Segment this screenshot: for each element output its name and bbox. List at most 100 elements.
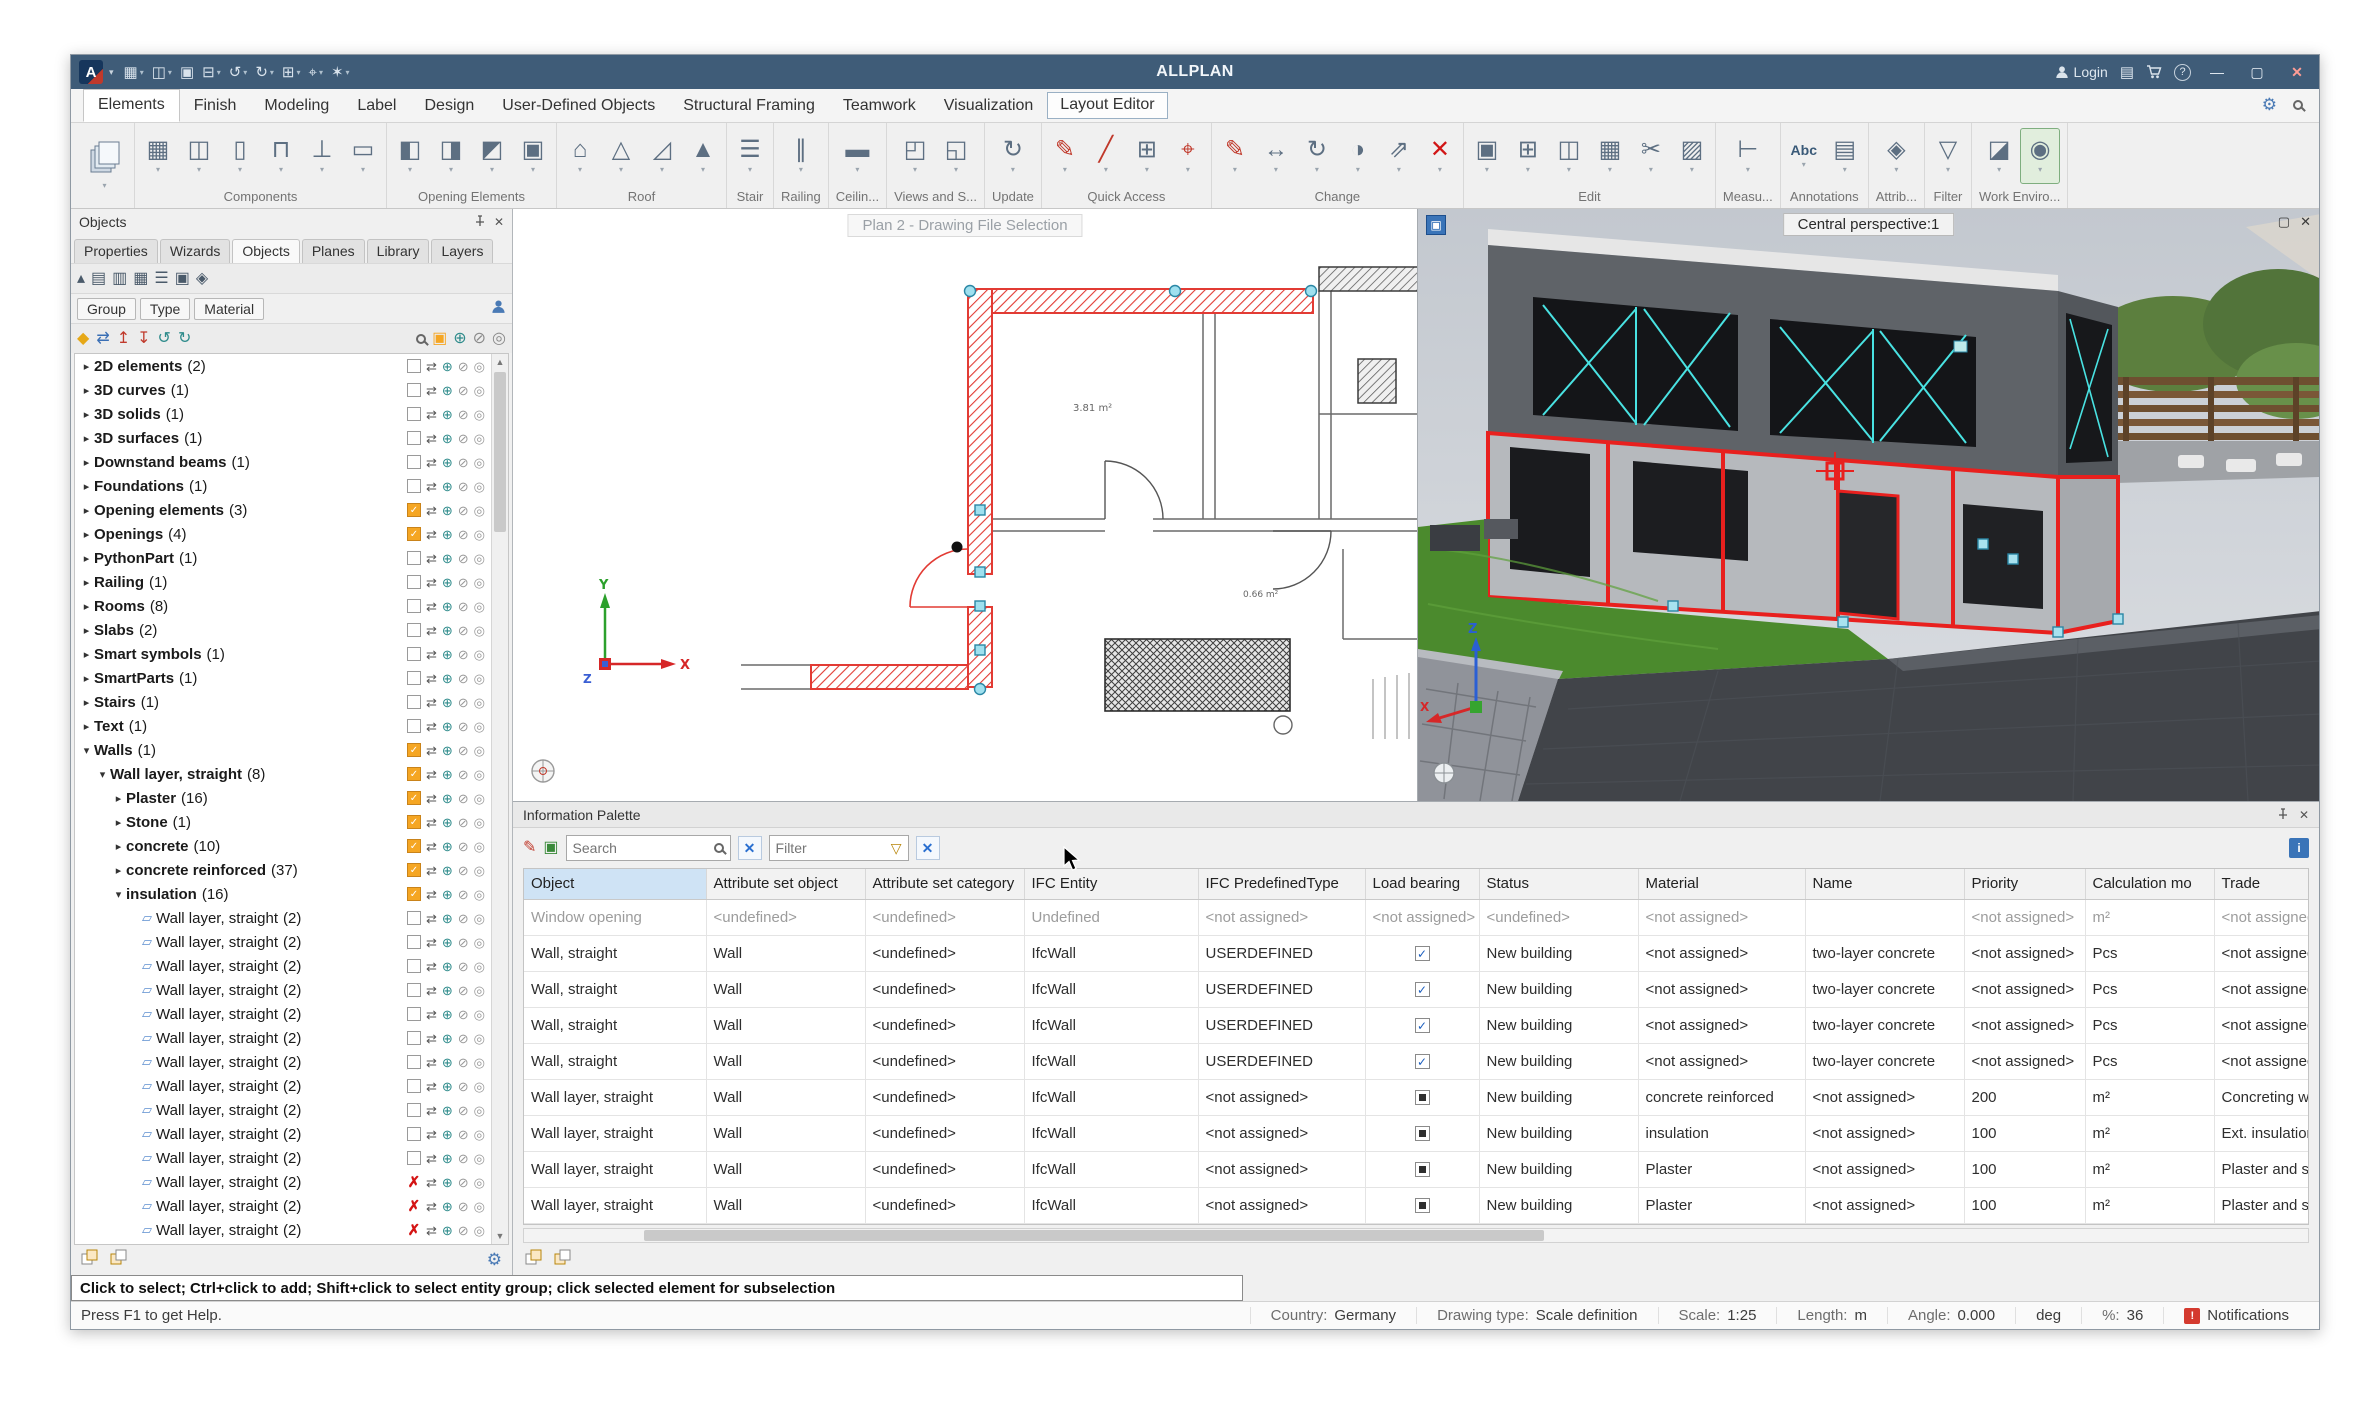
tree-row[interactable]: ▸Openings(4)✓⇄⊕⊘◎ — [75, 522, 491, 546]
tree-disable-icon[interactable]: ⊘ — [458, 696, 469, 709]
expand-arrow-icon[interactable]: ▸ — [79, 672, 94, 685]
country-field[interactable]: Country:Germany — [1250, 1307, 1416, 1324]
tree-disable-icon[interactable]: ⊘ — [458, 888, 469, 901]
collapse-all-icon[interactable]: ▴ — [77, 271, 85, 287]
tree-globe-icon[interactable]: ⊕ — [442, 408, 453, 421]
foundation-icon[interactable]: ⊥▾ — [302, 128, 342, 184]
table-row[interactable]: Wall layer, straightWall<undefined>IfcWa… — [524, 1151, 2309, 1187]
panel-tab-library[interactable]: Library — [367, 239, 430, 263]
list-view-icon[interactable]: ☰ — [154, 271, 168, 287]
shaft[interactable] — [1358, 359, 1396, 403]
align-icon[interactable]: ◫▾ — [1549, 128, 1589, 184]
tree-row[interactable]: ▱Wall layer, straight(2)⇄⊕⊘◎ — [75, 1050, 491, 1074]
tree-globe-icon[interactable]: ⊕ — [442, 936, 453, 949]
copy-icon[interactable]: ⊞▾ — [278, 59, 305, 85]
tree-disable-icon[interactable]: ⊘ — [458, 624, 469, 637]
expand-arrow-icon[interactable]: ▸ — [111, 864, 126, 877]
search-field[interactable] — [566, 835, 731, 861]
tree-ring-icon[interactable]: ◎ — [474, 1080, 485, 1093]
tree-disable-icon[interactable]: ⊘ — [458, 1008, 469, 1021]
print-icon[interactable]: ⊟▾ — [198, 59, 225, 85]
tree-swap-icon[interactable]: ⇄ — [426, 360, 437, 373]
hatch-icon[interactable]: ▨▾ — [1672, 128, 1712, 184]
palette-info-icon[interactable]: i — [2289, 838, 2309, 858]
connect-panel-icon[interactable]: ▤ — [2120, 63, 2134, 81]
recess-icon[interactable]: ▣▾ — [513, 128, 553, 184]
tree-ring-icon[interactable]: ◎ — [474, 648, 485, 661]
tree-swap-icon[interactable]: ⇄ — [426, 1200, 437, 1213]
tree-ring-icon[interactable]: ◎ — [474, 1176, 485, 1189]
tree-disable-icon[interactable]: ⊘ — [458, 768, 469, 781]
filter-icon[interactable]: ▽▾ — [1928, 128, 1968, 184]
load-bearing-checkbox[interactable]: ✓ — [1415, 1018, 1430, 1033]
tree-ring-icon[interactable]: ◎ — [474, 744, 485, 757]
door-icon[interactable]: ◧▾ — [390, 128, 430, 184]
search-icon[interactable] — [2293, 100, 2303, 110]
tree-globe-icon[interactable]: ⊕ — [442, 1056, 453, 1069]
tree-globe-icon[interactable]: ⊕ — [442, 1008, 453, 1021]
render-scene[interactable]: Z X — [1418, 209, 2319, 801]
tree-disable-icon[interactable]: ⊘ — [458, 432, 469, 445]
clipboard-icon[interactable]: ▣▾ — [1467, 128, 1507, 184]
tree-swap-icon[interactable]: ⇄ — [426, 480, 437, 493]
tree-swap-icon[interactable]: ⇄ — [426, 648, 437, 661]
expand-arrow-icon[interactable]: ▸ — [79, 648, 94, 661]
tree-globe-icon[interactable]: ⊕ — [442, 696, 453, 709]
swap-selection-icon[interactable]: ⇄ — [96, 331, 109, 347]
column-header-material[interactable]: Material — [1638, 869, 1805, 899]
tree-ring-icon[interactable]: ◎ — [474, 912, 485, 925]
tree-ring-icon[interactable]: ◎ — [474, 576, 485, 589]
table-row[interactable]: Wall layer, straightWall<undefined>IfcWa… — [524, 1115, 2309, 1151]
tree-row[interactable]: ▸SmartParts(1)⇄⊕⊘◎ — [75, 666, 491, 690]
perspective-view-title[interactable]: Central perspective:1 — [1783, 213, 1955, 236]
stair-hatch[interactable] — [1105, 639, 1290, 711]
redo-icon[interactable]: ↻▾ — [251, 59, 278, 85]
tree-swap-icon[interactable]: ⇄ — [426, 408, 437, 421]
save-icon[interactable]: ▣ — [176, 59, 198, 85]
tree-swap-icon[interactable]: ⇄ — [426, 576, 437, 589]
tab-structural-framing[interactable]: Structural Framing — [669, 91, 829, 122]
tree-checkbox[interactable]: ✓ — [407, 815, 421, 829]
tree-disable-icon[interactable]: ⊘ — [458, 840, 469, 853]
collapse-arrow-icon[interactable]: ▾ — [79, 744, 94, 757]
tree-disable-icon[interactable]: ⊘ — [458, 816, 469, 829]
move-up-icon[interactable]: ↥ — [117, 331, 130, 347]
tree-ring-icon[interactable]: ◎ — [474, 1104, 485, 1117]
hierarchy-view-icon[interactable]: ▤ — [91, 271, 106, 287]
tree-globe-icon[interactable]: ⊕ — [442, 888, 453, 901]
tree-ring-icon[interactable]: ◎ — [474, 696, 485, 709]
floor-plan-drawing[interactable]: 3.81 m² 0.66 m² Y X — [513, 209, 1418, 801]
tree-ring-icon[interactable]: ◎ — [474, 960, 485, 973]
polyline-icon[interactable]: ╱▾ — [1086, 128, 1126, 184]
tree-row[interactable]: ▱Wall layer, straight(2)⇄⊕⊘◎ — [75, 978, 491, 1002]
tree-ring-icon[interactable]: ◎ — [474, 528, 485, 541]
tree-disable-icon[interactable]: ⊘ — [458, 552, 469, 565]
tab-layout-editor[interactable]: Layout Editor — [1047, 92, 1167, 119]
settings-gear-icon[interactable]: ⚙ — [2262, 95, 2277, 115]
tree-disable-icon[interactable]: ⊘ — [458, 1152, 469, 1165]
perspective-viewport[interactable]: ▣ Central perspective:1 ▢ ✕ — [1418, 209, 2319, 801]
tree-disable-icon[interactable]: ⊘ — [458, 504, 469, 517]
tree-checkbox[interactable] — [407, 1007, 421, 1021]
tree-globe-icon[interactable]: ⊕ — [442, 1200, 453, 1213]
copy-elements-icon[interactable]: ⊞▾ — [1127, 128, 1167, 184]
tree-disable-icon[interactable]: ⊘ — [458, 480, 469, 493]
tree-checkbox[interactable] — [407, 599, 421, 613]
duplicate-icon[interactable]: ⊞▾ — [1508, 128, 1548, 184]
tree-swap-icon[interactable]: ⇄ — [426, 1032, 437, 1045]
filter-input[interactable] — [776, 840, 887, 856]
tree-globe-icon[interactable]: ⊕ — [442, 528, 453, 541]
tree-checkbox[interactable] — [407, 1151, 421, 1165]
redo-list-icon[interactable]: ↻ — [178, 331, 191, 347]
tree-checkbox[interactable] — [407, 623, 421, 637]
info-favorite-load-icon[interactable] — [554, 1249, 571, 1271]
collapse-arrow-icon[interactable]: ▾ — [95, 768, 110, 781]
tree-ring-icon[interactable]: ◎ — [474, 408, 485, 421]
tree-row[interactable]: ▸Downstand beams(1)⇄⊕⊘◎ — [75, 450, 491, 474]
view-button-material[interactable]: Material — [194, 298, 264, 320]
tree-globe-icon[interactable]: ⊕ — [442, 600, 453, 613]
favorite-icon[interactable]: ◆ — [77, 331, 89, 347]
tree-checkbox[interactable] — [407, 719, 421, 733]
tree-swap-icon[interactable]: ⇄ — [426, 528, 437, 541]
tree-checkbox[interactable] — [407, 911, 421, 925]
